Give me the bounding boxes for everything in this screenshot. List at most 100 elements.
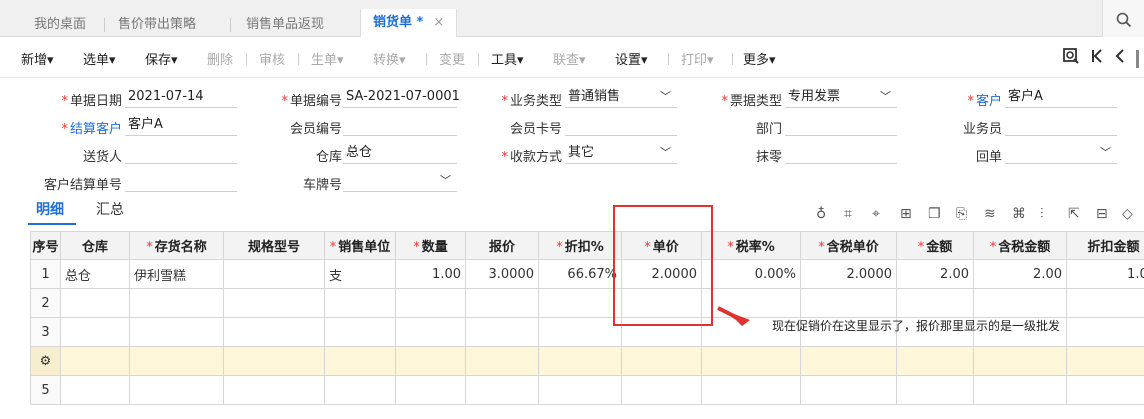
location-icon[interactable]: ⌖ [872, 206, 880, 222]
table-cell[interactable]: 2.00 [896, 259, 974, 289]
receipt-select[interactable]: ﹀ [1005, 142, 1117, 164]
table-cell[interactable] [395, 346, 466, 376]
settings-button[interactable]: 设置▾ [615, 49, 648, 68]
table-cell[interactable] [1066, 317, 1144, 347]
table-cell[interactable] [701, 375, 801, 405]
table-cell[interactable]: 伊利雪糕 [129, 259, 224, 289]
new-button[interactable]: 新增▾ [21, 49, 54, 68]
column-header[interactable]: 报价 [465, 231, 539, 260]
table-cell[interactable] [129, 346, 224, 376]
table-cell[interactable] [60, 288, 130, 318]
table-cell[interactable]: 66.67% [538, 259, 622, 289]
layout-icon[interactable]: ⊟ [1096, 206, 1108, 222]
add-row-icon[interactable]: ⊞ [900, 206, 912, 222]
table-cell[interactable] [324, 317, 396, 347]
table-cell[interactable] [395, 375, 466, 405]
column-header[interactable]: * 金额 [896, 231, 974, 260]
invoice-type-select[interactable]: 专用发票 ﹀ [785, 86, 897, 108]
table-cell[interactable] [973, 375, 1067, 405]
subtab-detail[interactable]: 明细 [36, 199, 64, 219]
filter-icon[interactable]: ≋ [984, 206, 996, 222]
copy-icon[interactable]: ❐ [928, 206, 941, 222]
table-row[interactable]: 5 [30, 375, 1144, 405]
table-cell[interactable] [395, 288, 466, 318]
convert-button[interactable]: 转换▾ [373, 49, 406, 68]
table-cell[interactable] [324, 288, 396, 318]
salesman-field[interactable] [1005, 114, 1117, 136]
table-cell[interactable] [465, 317, 539, 347]
column-header[interactable]: 序号 [30, 231, 61, 260]
table-cell[interactable] [896, 288, 974, 318]
table-cell[interactable] [465, 375, 539, 405]
table-cell[interactable] [129, 375, 224, 405]
tab-single-cashback[interactable]: 销售单品返现 [246, 12, 324, 37]
table-cell[interactable] [538, 317, 622, 347]
import-icon[interactable]: ⎘ [956, 206, 967, 222]
more-button[interactable]: 更多▾ [743, 49, 776, 68]
table-cell[interactable] [701, 346, 801, 376]
search-icon[interactable] [1102, 0, 1144, 37]
column-header[interactable]: 折扣金额 [1066, 231, 1144, 260]
table-cell[interactable] [324, 346, 396, 376]
table-cell[interactable] [223, 317, 325, 347]
export-icon[interactable]: ⇱ [1068, 206, 1080, 222]
doc-date-field[interactable]: 2021-07-14 [125, 86, 237, 108]
chart-icon[interactable]: ⫶ [1040, 206, 1044, 222]
table-row[interactable]: 2 [30, 288, 1144, 318]
table-cell[interactable] [800, 346, 897, 376]
table-cell[interactable] [60, 317, 130, 347]
print-button[interactable]: 打印▾ [681, 49, 714, 68]
column-header[interactable]: * 销售单位 [324, 231, 396, 260]
table-cell[interactable] [538, 346, 622, 376]
table-cell[interactable] [129, 317, 224, 347]
table-cell[interactable] [129, 288, 224, 318]
table-cell[interactable] [395, 317, 466, 347]
tab-my-desktop[interactable]: 我的桌面 [34, 12, 86, 37]
scan-code-icon[interactable]: ⌗ [844, 206, 852, 222]
table-cell[interactable]: 2.0000 [800, 259, 897, 289]
audit-button[interactable]: 审核 [259, 49, 285, 68]
table-cell[interactable] [621, 346, 702, 376]
column-header[interactable]: * 税率% [701, 231, 801, 260]
deliverer-field[interactable] [125, 142, 237, 164]
member-card-field[interactable] [565, 114, 677, 136]
table-cell[interactable] [800, 375, 897, 405]
table-cell[interactable] [1066, 288, 1144, 318]
table-cell[interactable]: 0.00% [701, 259, 801, 289]
column-header[interactable]: * 含税金额 [973, 231, 1067, 260]
column-header[interactable]: * 数量 [395, 231, 466, 260]
plate-no-select[interactable]: ﹀ [343, 170, 457, 192]
column-header[interactable]: * 含税单价 [800, 231, 897, 260]
warehouse-field[interactable]: 总仓 [343, 142, 457, 164]
table-cell[interactable] [60, 346, 130, 376]
table-row[interactable]: ⚙ [30, 346, 1144, 376]
first-page-icon[interactable] [1090, 47, 1104, 69]
table-cell[interactable]: 2.00 [973, 259, 1067, 289]
biz-type-select[interactable]: 普通销售 ﹀ [565, 86, 677, 108]
doc-no-field[interactable]: SA-2021-07-0001 [343, 86, 460, 108]
table-cell[interactable] [223, 288, 325, 318]
tab-sales-order[interactable]: 销货单 * × [360, 9, 458, 37]
change-button[interactable]: 变更 [439, 49, 465, 68]
linked-query-button[interactable]: 联查▾ [553, 49, 586, 68]
column-header[interactable]: 仓库 [60, 231, 130, 260]
table-cell[interactable]: 1.00 [1066, 259, 1144, 289]
split-icon[interactable]: ⌘ [1012, 206, 1026, 222]
table-cell[interactable]: 3.0000 [465, 259, 539, 289]
scrollbar[interactable] [1136, 50, 1139, 68]
bulb-icon[interactable]: ♁ [816, 206, 826, 222]
table-cell[interactable] [800, 288, 897, 318]
column-header[interactable]: * 存货名称 [129, 231, 224, 260]
table-cell[interactable] [465, 346, 539, 376]
subtab-summary[interactable]: 汇总 [96, 199, 124, 219]
table-row[interactable]: 1 总仓 伊利雪糕支 1.00 3.0000 66.67% 2.0000 0.00% 2.000… [30, 259, 1144, 289]
column-header[interactable]: 规格型号 [223, 231, 325, 260]
cust-settle-no-field[interactable] [125, 170, 237, 192]
table-cell[interactable]: 1.00 [395, 259, 466, 289]
generate-button[interactable]: 生单▾ [311, 49, 344, 68]
tab-price-strategy[interactable]: 售价带出策略 [118, 12, 196, 37]
table-cell[interactable]: 支 [324, 259, 396, 289]
table-cell[interactable] [60, 375, 130, 405]
table-cell[interactable] [973, 346, 1067, 376]
close-icon[interactable]: × [433, 15, 444, 30]
